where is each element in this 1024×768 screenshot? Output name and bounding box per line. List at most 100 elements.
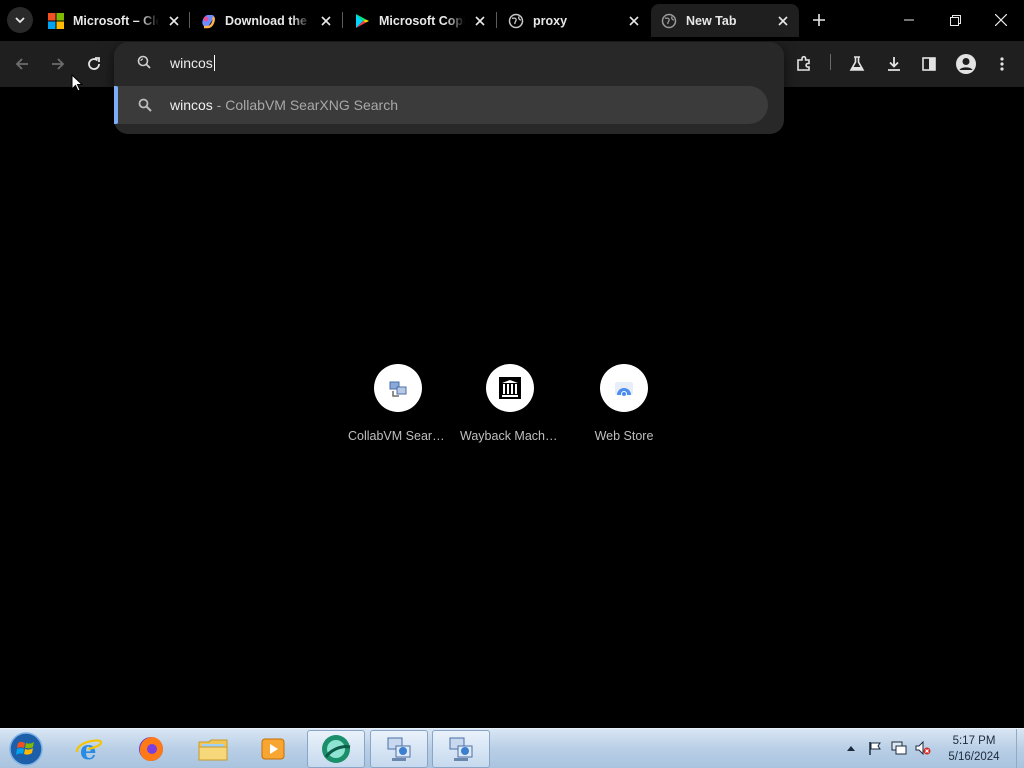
downloads-button[interactable] — [880, 50, 908, 78]
copilot-icon — [200, 13, 216, 29]
close-window-button[interactable] — [978, 0, 1024, 40]
firefox-icon — [139, 737, 163, 761]
tab-title: Microsoft Copilot - Google Play — [379, 13, 465, 28]
show-hidden-icons-button[interactable] — [842, 735, 860, 761]
network-tray-icon[interactable] — [890, 735, 908, 761]
chevron-down-icon — [15, 17, 25, 24]
new-tab-button[interactable] — [807, 8, 831, 32]
avatar-icon — [956, 54, 976, 74]
ie-icon: e — [75, 736, 103, 764]
taskbar-clock[interactable]: 5:17 PM 5/16/2024 — [934, 733, 1014, 765]
arrow-right-icon — [52, 58, 65, 70]
taskbar-network[interactable] — [370, 730, 428, 768]
tab-new-tab[interactable]: New Tab — [651, 4, 799, 37]
toolbar-divider — [830, 54, 831, 70]
system-tray — [842, 735, 938, 761]
omnibox-suggestion[interactable]: wincos - CollabVM SearXNG Search — [114, 86, 768, 124]
close-icon[interactable] — [318, 13, 334, 29]
shortcut-collabvm[interactable]: CollabVM SearXNG — [348, 362, 448, 452]
forward-button[interactable] — [44, 50, 72, 78]
tab-copilot-download[interactable]: Download the Copilot app — [190, 4, 342, 37]
tab-title: Download the Copilot app — [225, 13, 311, 28]
wayback-icon — [486, 364, 534, 412]
close-icon — [995, 14, 1007, 26]
text-caret — [213, 55, 215, 71]
tab-search-button[interactable] — [7, 7, 33, 33]
shortcut-wayback[interactable]: Wayback Machine — [460, 362, 560, 452]
clock-time: 5:17 PM — [952, 735, 996, 747]
minimize-button[interactable] — [886, 0, 932, 40]
taskbar-media-player[interactable] — [244, 730, 302, 768]
web-store-icon — [600, 364, 648, 412]
microsoft-logo-icon — [48, 12, 64, 29]
mouse-cursor-icon — [71, 73, 84, 98]
puzzle-icon — [797, 55, 810, 71]
network-icon — [387, 737, 411, 761]
windows-orb-icon — [9, 732, 43, 766]
taskbar-explorer[interactable] — [184, 730, 242, 768]
taskbar-browser[interactable] — [307, 730, 365, 768]
taskbar-ie[interactable]: e — [60, 730, 118, 768]
search-icon — [138, 98, 152, 112]
address-bar-input[interactable]: wincos — [170, 54, 215, 72]
minimize-icon — [904, 19, 914, 21]
searxng-icon — [136, 54, 152, 70]
side-panel-button[interactable] — [915, 50, 943, 78]
suggestion-separator: - — [212, 97, 226, 113]
back-button[interactable] — [8, 50, 36, 78]
play-store-icon — [354, 13, 370, 29]
shortcut-label: Web Store — [594, 429, 654, 443]
shortcut-label: CollabVM SearXNG — [348, 429, 448, 443]
download-icon — [888, 57, 900, 71]
suggestion-query: wincos — [170, 97, 213, 113]
globe-icon — [508, 13, 524, 29]
extensions-button[interactable] — [790, 50, 818, 78]
selection-indicator — [114, 86, 118, 124]
tab-copilot-play[interactable]: Microsoft Copilot - Google Play — [344, 4, 496, 37]
folder-icon — [198, 739, 228, 761]
suggestion-description: CollabVM SearXNG Search — [225, 97, 398, 113]
collabvm-icon — [374, 364, 422, 412]
plus-icon — [813, 14, 825, 26]
arrow-left-icon — [15, 58, 28, 70]
close-icon[interactable] — [626, 13, 642, 29]
tab-title: New Tab — [686, 13, 737, 28]
browser-icon — [322, 735, 351, 763]
restore-button[interactable] — [932, 0, 978, 40]
tab-proxy[interactable]: proxy — [498, 4, 650, 37]
network-icon — [449, 737, 473, 761]
show-desktop-button[interactable] — [1016, 729, 1024, 768]
clock-date: 5/16/2024 — [948, 751, 1000, 763]
tab-separator — [496, 12, 497, 28]
taskbar: e 5:17 PM 5/16/2024 — [0, 728, 1024, 768]
start-button[interactable] — [6, 731, 46, 767]
address-bar-text: wincos — [170, 55, 213, 71]
taskbar-firefox[interactable] — [122, 730, 180, 768]
globe-icon — [661, 13, 677, 29]
side-panel-icon — [922, 57, 936, 71]
suggestion-text: wincos - CollabVM SearXNG Search — [170, 97, 398, 113]
labs-button[interactable] — [843, 50, 871, 78]
flask-icon — [849, 56, 865, 71]
more-vert-icon — [1000, 57, 1004, 71]
tab-title: proxy — [533, 13, 568, 28]
restore-icon — [949, 14, 961, 26]
close-icon[interactable] — [472, 13, 488, 29]
omnibox-popup: wincos wincos - CollabVM SearXNG Search — [114, 42, 784, 134]
taskbar-network-2[interactable] — [432, 730, 490, 768]
tab-microsoft[interactable]: Microsoft – Cloud, Computers, Apps & Gam… — [38, 4, 190, 37]
reload-button[interactable] — [80, 50, 108, 78]
tab-strip: Microsoft – Cloud, Computers, Apps & Gam… — [0, 0, 1024, 41]
profile-button[interactable] — [952, 50, 980, 78]
shortcut-label: Wayback Machine — [460, 429, 560, 443]
shortcut-web-store[interactable]: Web Store — [574, 362, 674, 452]
tab-title: Microsoft – Cloud, Computers, Apps & Gam… — [73, 13, 159, 28]
volume-muted-icon[interactable] — [914, 735, 932, 761]
close-icon[interactable] — [775, 13, 791, 29]
action-center-flag-icon[interactable] — [866, 735, 884, 761]
menu-button[interactable] — [988, 50, 1016, 78]
media-player-icon — [261, 738, 285, 760]
reload-icon — [88, 57, 100, 70]
tab-separator — [342, 12, 343, 28]
close-icon[interactable] — [166, 13, 182, 29]
